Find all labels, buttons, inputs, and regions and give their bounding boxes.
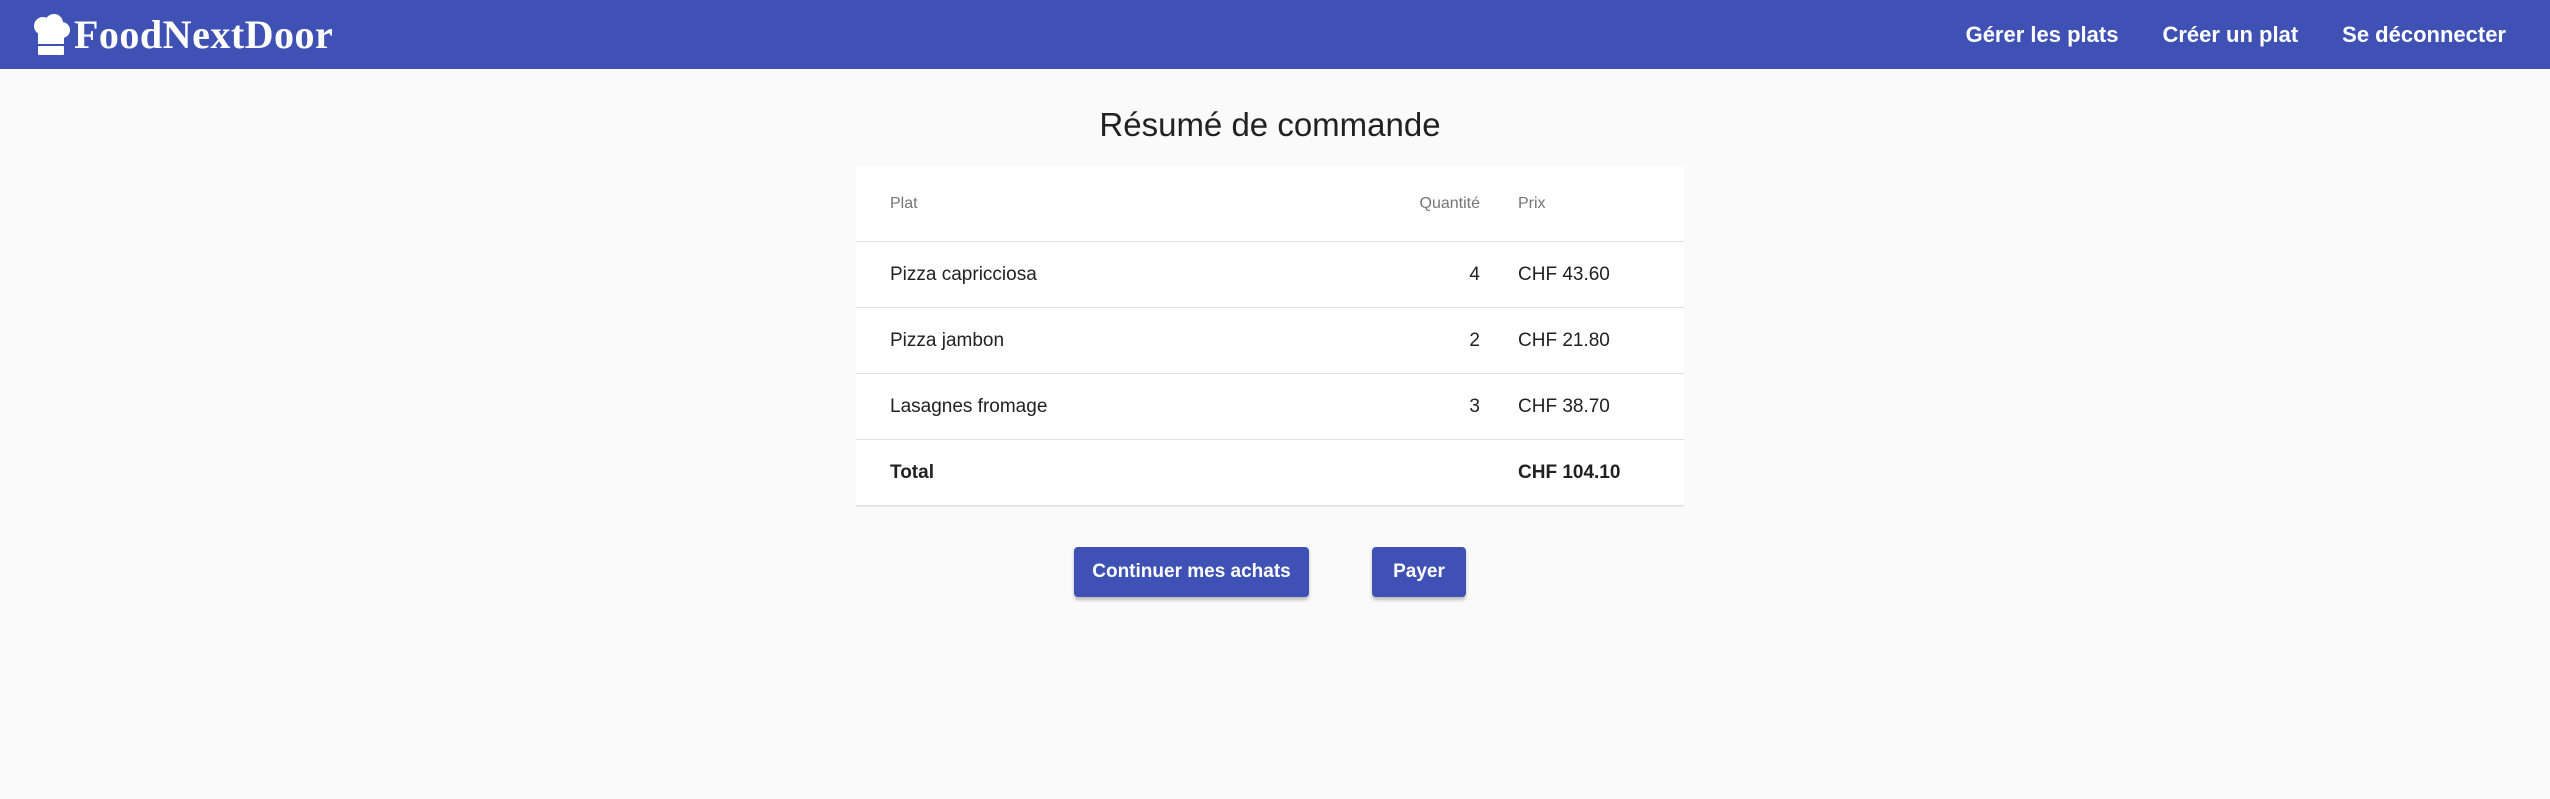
pay-button[interactable]: Payer: [1372, 547, 1466, 597]
nav-create-dish[interactable]: Créer un plat: [2144, 0, 2316, 69]
total-value: CHF 104.10: [1518, 439, 1684, 506]
cell-prix: CHF 43.60: [1518, 241, 1684, 308]
table-header-row: Plat Quantité Prix: [856, 166, 1684, 242]
nav-manage-dishes[interactable]: Gérer les plats: [1948, 0, 2137, 69]
cell-quantite: 3: [1410, 373, 1518, 440]
main-nav: Gérer les plats Créer un plat Se déconne…: [1940, 0, 2524, 69]
cell-prix: CHF 38.70: [1518, 373, 1684, 440]
brand-name: FoodNextDoor: [74, 11, 334, 57]
chef-hat-icon: [32, 13, 72, 57]
page-title: Résumé de commande: [1099, 106, 1441, 143]
column-header-quantite: Quantité: [1410, 166, 1518, 242]
table-row: Lasagnes fromage 3 CHF 38.70: [856, 373, 1684, 440]
column-header-plat: Plat: [856, 166, 1410, 242]
cell-plat: Lasagnes fromage: [856, 373, 1410, 440]
cell-quantite: 4: [1410, 241, 1518, 308]
order-summary-table: Plat Quantité Prix Pizza capricciosa 4 C…: [856, 166, 1684, 506]
cell-plat: Pizza capricciosa: [856, 241, 1410, 308]
cell-prix: CHF 21.80: [1518, 307, 1684, 374]
table-row: Pizza capricciosa 4 CHF 43.60: [856, 241, 1684, 308]
total-empty-cell: [1410, 439, 1518, 506]
top-app-bar: FoodNextDoor Gérer les plats Créer un pl…: [0, 0, 2550, 69]
cell-plat: Pizza jambon: [856, 307, 1410, 374]
column-header-prix: Prix: [1518, 166, 1684, 242]
cell-quantite: 2: [1410, 307, 1518, 374]
nav-logout[interactable]: Se déconnecter: [2324, 0, 2524, 69]
total-row: Total CHF 104.10: [856, 439, 1684, 506]
table-row: Pizza jambon 2 CHF 21.80: [856, 307, 1684, 374]
brand-logo[interactable]: FoodNextDoor: [32, 13, 333, 57]
continue-shopping-button[interactable]: Continuer mes achats: [1074, 547, 1309, 597]
total-label: Total: [856, 439, 1410, 506]
action-buttons: Continuer mes achats Payer: [0, 547, 2550, 597]
